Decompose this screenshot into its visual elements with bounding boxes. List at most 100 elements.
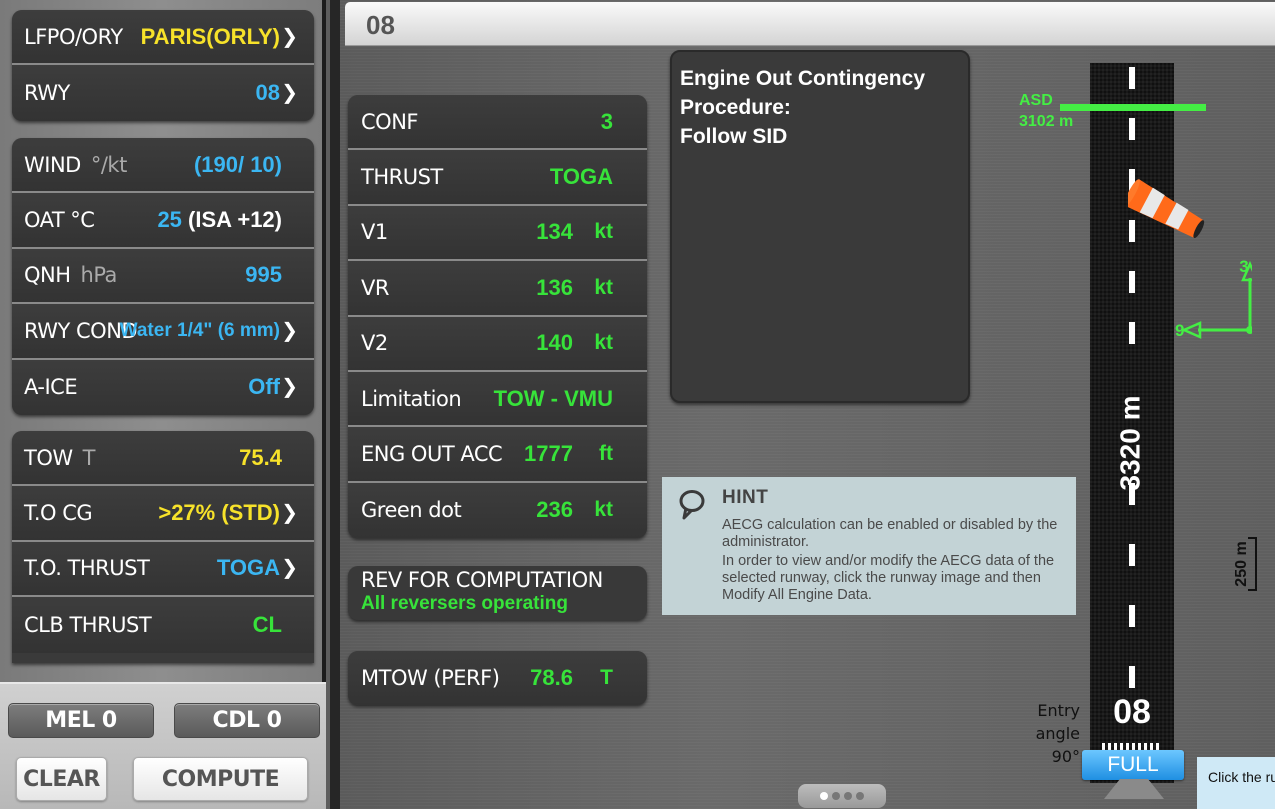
result-row-eng-out-acc: ENG OUT ACC 1777 ft [348,427,647,483]
runway-number: 08 [1113,693,1151,731]
result-row-conf: CONF 3 [348,95,647,151]
mtow-row: MTOW (PERF) 78.6 T [348,651,647,705]
cg-value: >27% (STD) [158,500,280,526]
runway-value: 08 [255,80,280,106]
eoc-line1: Engine Out Contingency [680,67,925,90]
title-bar: 08 [345,2,1275,46]
green-dot-value: 236 [536,497,573,523]
anti-ice-row[interactable]: A-ICE Off ❯ [12,359,314,415]
green-dot-unit: kt [594,498,613,522]
aircraft-group: TOW T 75.4 T.O CG >27% (STD) ❯ T.O. THRU… [12,431,314,663]
rwy-cond-value: Water 1/4" (6 mm) [119,319,280,341]
runway-length-label: 3320 m [1114,396,1145,491]
qnh-row[interactable]: QNH hPa 995 [12,248,314,305]
svg-text:250 m: 250 m [1233,541,1250,586]
svg-text:3: 3 [1239,257,1248,276]
eoc-line3: Follow SID [680,125,788,148]
qnh-label: QNH [24,263,71,288]
qnh-value: 995 [245,262,282,288]
hint-text-2: In order to view and/or modify the AECG … [722,553,1055,603]
hint-title: HINT [722,487,769,508]
v2-value: 140 [536,330,573,356]
mtow-group: MTOW (PERF) 78.6 T [348,651,647,705]
thrust-label: THRUST [361,165,443,190]
result-row-thrust: THRUST TOGA [348,150,647,206]
oat-row[interactable]: OAT °C 25 (ISA +12) [12,193,314,249]
result-row-vr: VR 136 kt [348,261,647,317]
clb-thrust-value: CL [252,611,282,637]
runway-label: RWY [24,81,70,106]
conf-value: 3 [600,108,613,134]
limitation-label: Limitation [361,386,462,411]
airport-code: LFPO/ORY [24,24,123,49]
hint-text-1: AECG calculation can be enabled or disab… [722,517,1058,550]
green-dot-label: Green dot [361,498,462,523]
rev-group: REV FOR COMPUTATION All reversers operat… [348,566,647,620]
mtow-unit: T [600,666,613,689]
page-dot-2[interactable] [832,792,840,800]
conditions-group: WIND °/kt (190/ 10) OAT °C 25 (ISA +12) … [12,138,314,415]
airport-row[interactable]: LFPO/ORY PARIS(ORLY) ❯ [12,10,314,66]
tow-label: TOW [24,445,73,470]
v1-label: V1 [361,220,388,245]
wind-row[interactable]: WIND °/kt (190/ 10) [12,138,314,194]
full-length-button[interactable]: FULL [1082,750,1184,780]
page-title: 08 [366,10,395,40]
clb-thrust-row[interactable]: CLB THRUST CL [12,597,314,653]
position-pointer-icon [1104,779,1164,799]
oat-value: 25 [157,207,182,233]
eng-out-acc-value: 1777 [524,441,573,467]
mtow-label: MTOW (PERF) [361,666,500,690]
v1-unit: kt [594,220,613,244]
clear-button[interactable]: CLEAR [16,757,107,801]
rev-value: All reversers operating [361,593,568,614]
to-thrust-row[interactable]: T.O. THRUST TOGA ❯ [12,541,314,598]
cg-row[interactable]: T.O CG >27% (STD) ❯ [12,486,314,542]
wind-unit: °/kt [90,152,127,177]
action-bar: MEL 0 CDL 0 CLEAR COMPUTE [0,682,326,809]
asd-label: ASD 3102 m [1019,90,1073,132]
tow-value: 75.4 [239,444,282,470]
results-panel: 08 CONF 3 THRUST TOGA V1 134 kt VR 136 k… [330,0,1275,809]
entry-angle-label: Entry angle 90° [1030,699,1080,768]
mtow-value: 78.6 [530,665,573,690]
tow-row[interactable]: TOW T 75.4 [12,431,314,487]
entry-line1: Entry [1037,701,1080,720]
page-dot-1[interactable] [820,792,828,800]
qnh-unit: hPa [80,263,118,288]
chevron-right-icon: ❯ [281,25,298,48]
entry-line3: 90° [1051,747,1080,766]
result-row-v1: V1 134 kt [348,205,647,262]
oat-label: OAT [24,208,65,233]
conf-label: CONF [361,109,418,134]
tow-unit: T [82,445,96,470]
v2-unit: kt [594,331,613,355]
page-indicator[interactable] [798,784,886,808]
airport-group: LFPO/ORY PARIS(ORLY) ❯ RWY 08 ❯ [12,10,314,121]
oat-value-group: 25 (ISA +12) [157,207,282,233]
page-dot-3[interactable] [844,792,852,800]
to-thrust-value: TOGA [216,555,280,581]
result-row-green-dot: Green dot 236 kt [348,482,647,539]
result-row-v2: V2 140 kt [348,316,647,372]
page-dot-4[interactable] [856,792,864,800]
wind-label: WIND [24,152,81,177]
cdl-button[interactable]: CDL 0 [174,703,320,738]
runway-row[interactable]: RWY 08 ❯ [12,65,314,121]
result-row-limitation: Limitation TOW - VMU [348,371,647,428]
runway-image[interactable]: 3320 m 08 [1090,63,1174,783]
compute-button[interactable]: COMPUTE [133,757,308,801]
to-thrust-label: T.O. THRUST [24,556,150,581]
anti-ice-label: A-ICE [24,375,78,400]
chevron-right-icon: ❯ [281,82,298,105]
asd-distance: 3102 m [1019,113,1074,130]
chevron-right-icon: ❯ [281,319,298,342]
rwy-cond-row[interactable]: RWY COND Water 1/4" (6 mm) ❯ [12,304,314,360]
chevron-right-icon: ❯ [281,376,298,399]
rev-label: REV FOR COMPUTATION [361,568,603,592]
cg-label: T.O CG [24,501,93,526]
compass-icon: 3 9 [1175,257,1252,340]
thrust-value: TOGA [549,164,613,190]
vr-unit: kt [594,275,613,299]
mel-button[interactable]: MEL 0 [8,703,154,738]
